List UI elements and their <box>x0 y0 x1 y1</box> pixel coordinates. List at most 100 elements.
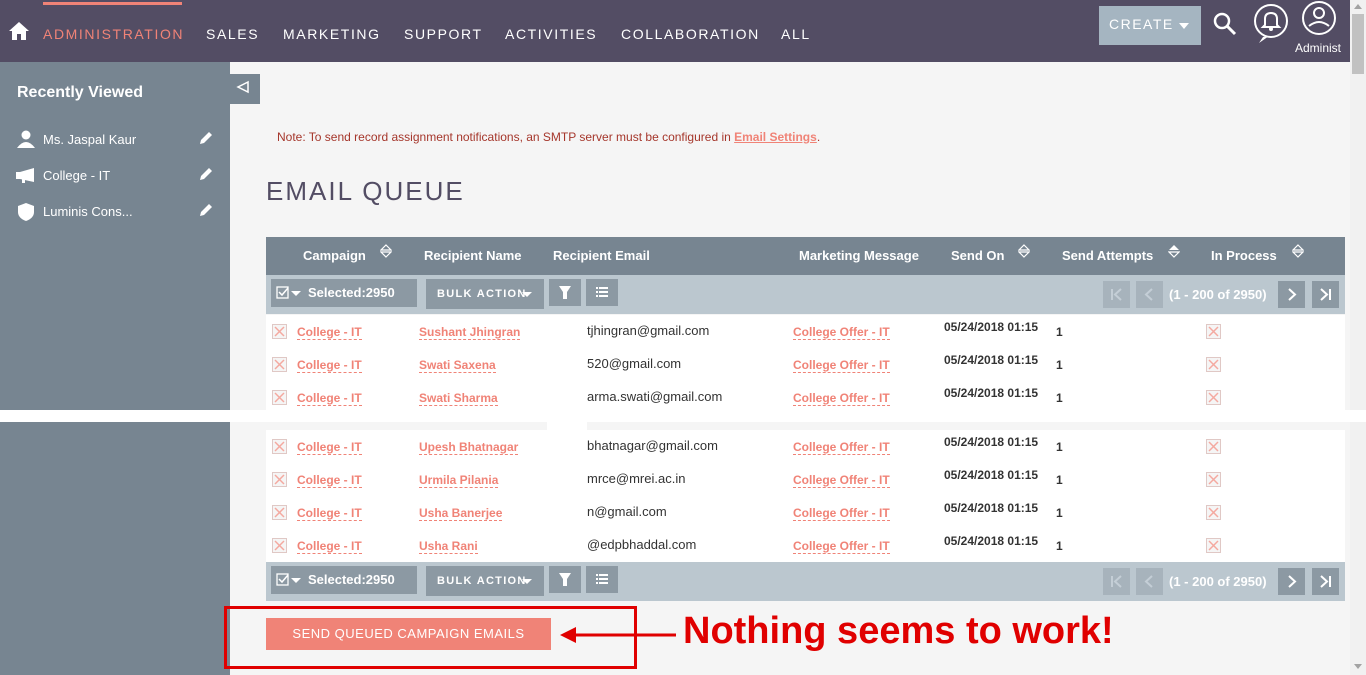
send-attempts: 1 <box>1056 473 1063 487</box>
column-header-recipient-email[interactable]: Recipient Email <box>553 248 650 263</box>
marketing-message-link[interactable]: College Offer - IT <box>793 325 890 340</box>
recipient-link[interactable]: Usha Banerjee <box>419 506 503 521</box>
send-on: 05/24/2018 01:15 <box>944 320 1039 334</box>
column-header-recipient-name[interactable]: Recipient Name <box>424 248 522 263</box>
recent-item-college-it[interactable]: College - IT <box>16 166 216 186</box>
sidebar-collapse-button[interactable] <box>230 74 260 104</box>
marketing-message-link[interactable]: College Offer - IT <box>793 358 890 373</box>
user-avatar-icon[interactable] <box>1301 0 1337 36</box>
campaign-link[interactable]: College - IT <box>297 325 362 340</box>
scrollbar-thumb[interactable] <box>1352 14 1364 74</box>
recipient-link[interactable]: Swati Saxena <box>419 358 496 373</box>
delete-x-icon[interactable] <box>272 357 287 372</box>
sort-icon[interactable] <box>380 244 392 258</box>
sidebar-title: Recently Viewed <box>17 84 143 101</box>
recipient-link[interactable]: Swati Sharma <box>419 391 498 406</box>
column-header-send-on[interactable]: Send On <box>951 248 1004 263</box>
delete-x-icon[interactable] <box>272 390 287 405</box>
sort-icon[interactable] <box>1168 244 1180 258</box>
sort-icon[interactable] <box>1018 244 1030 258</box>
column-header-in-process[interactable]: In Process <box>1211 248 1277 263</box>
recipient-link[interactable]: Urmila Pilania <box>419 473 499 488</box>
column-chooser-button[interactable] <box>586 566 618 593</box>
table-row[interactable]: College - IT Swati Saxena 520@gmail.com … <box>266 348 1345 381</box>
delete-x-icon[interactable] <box>272 324 287 339</box>
user-menu-label[interactable]: Administ <box>1295 41 1341 55</box>
create-button[interactable]: CREATE <box>1099 6 1201 45</box>
recent-item-label: College - IT <box>43 168 111 183</box>
last-page-icon <box>1320 575 1331 588</box>
table-row[interactable]: College - IT Sushant Jhingran tjhingran@… <box>266 315 1345 348</box>
recent-item-luminis[interactable]: Luminis Cons... <box>16 202 216 222</box>
campaign-link[interactable]: College - IT <box>297 506 362 521</box>
nav-item-administration[interactable]: ADMINISTRATION <box>43 26 184 42</box>
marketing-message-link[interactable]: College Offer - IT <box>793 506 890 521</box>
table-row[interactable]: College - IT Urmila Pilania mrce@mrei.ac… <box>266 463 1345 496</box>
delete-x-icon[interactable] <box>272 538 287 553</box>
checkbox-dropdown-icon <box>276 573 301 586</box>
column-header-send-attempts[interactable]: Send Attempts <box>1062 248 1153 263</box>
select-all-dropdown[interactable]: Selected:2950 <box>271 279 417 307</box>
bulk-action-label: BULK ACTION <box>437 288 527 300</box>
delete-x-icon[interactable] <box>272 439 287 454</box>
recipient-email: 520@gmail.com <box>587 356 682 371</box>
nav-item-activities[interactable]: ACTIVITIES <box>505 26 597 42</box>
column-header-marketing-message[interactable]: Marketing Message <box>799 248 919 263</box>
marketing-message-link[interactable]: College Offer - IT <box>793 440 890 455</box>
recipient-link[interactable]: Sushant Jhingran <box>419 325 521 340</box>
recipient-link[interactable]: Upesh Bhatnagar <box>419 440 519 455</box>
last-page-button[interactable] <box>1312 281 1339 308</box>
nav-item-sales[interactable]: SALES <box>206 26 259 42</box>
sidebar-lower <box>0 422 230 675</box>
campaign-link[interactable]: College - IT <box>297 539 362 554</box>
scroll-down-arrow-icon[interactable] <box>1354 664 1362 669</box>
marketing-message-link[interactable]: College Offer - IT <box>793 473 890 488</box>
sort-icon[interactable] <box>1292 244 1304 258</box>
next-page-button[interactable] <box>1278 281 1305 308</box>
marketing-message-link[interactable]: College Offer - IT <box>793 391 890 406</box>
home-icon[interactable] <box>8 20 30 42</box>
email-settings-link[interactable]: Email Settings <box>734 130 817 144</box>
notification-bell-icon[interactable] <box>1253 3 1289 43</box>
bulk-action-button[interactable]: BULK ACTION <box>426 566 544 596</box>
nav-item-collaboration[interactable]: COLLABORATION <box>621 26 760 42</box>
active-tab-indicator <box>43 2 182 5</box>
nav-item-marketing[interactable]: MARKETING <box>283 26 381 42</box>
search-icon[interactable] <box>1213 12 1237 36</box>
table-row[interactable]: College - IT Upesh Bhatnagar bhatnagar@g… <box>266 430 1345 463</box>
column-header-campaign[interactable]: Campaign <box>303 248 366 263</box>
column-chooser-button[interactable] <box>586 279 618 306</box>
first-page-button[interactable] <box>1103 568 1130 595</box>
pencil-icon[interactable] <box>198 202 214 218</box>
nav-item-support[interactable]: SUPPORT <box>404 26 483 42</box>
send-on: 05/24/2018 01:15 <box>944 501 1039 515</box>
delete-x-icon[interactable] <box>272 505 287 520</box>
pagination-count: (1 - 200 of 2950) <box>1169 574 1267 589</box>
last-page-button[interactable] <box>1312 568 1339 595</box>
select-all-dropdown[interactable]: Selected:2950 <box>271 566 417 594</box>
delete-x-icon[interactable] <box>272 472 287 487</box>
nav-item-all[interactable]: ALL <box>781 26 811 42</box>
next-page-button[interactable] <box>1278 568 1305 595</box>
vertical-scrollbar[interactable] <box>1350 0 1366 675</box>
prev-page-button[interactable] <box>1136 568 1163 595</box>
campaign-link[interactable]: College - IT <box>297 358 362 373</box>
pencil-icon[interactable] <box>198 130 214 146</box>
table-row[interactable]: College - IT Usha Banerjee n@gmail.com C… <box>266 496 1345 529</box>
pencil-icon[interactable] <box>198 166 214 182</box>
filter-button[interactable] <box>549 279 581 306</box>
recent-item-jaspal-kaur[interactable]: Ms. Jaspal Kaur <box>16 130 216 150</box>
campaign-link[interactable]: College - IT <box>297 391 362 406</box>
scroll-up-arrow-icon[interactable] <box>1354 4 1362 9</box>
campaign-link[interactable]: College - IT <box>297 440 362 455</box>
table-row[interactable]: College - IT Usha Rani @edpbhaddal.com C… <box>266 529 1345 562</box>
note-suffix: . <box>816 130 821 144</box>
first-page-button[interactable] <box>1103 281 1130 308</box>
campaign-link[interactable]: College - IT <box>297 473 362 488</box>
bulk-action-button[interactable]: BULK ACTION <box>426 279 544 309</box>
filter-button[interactable] <box>549 566 581 593</box>
marketing-message-link[interactable]: College Offer - IT <box>793 539 890 554</box>
recipient-link[interactable]: Usha Rani <box>419 539 478 554</box>
prev-page-button[interactable] <box>1136 281 1163 308</box>
recipient-email: @edpbhaddal.com <box>587 537 697 552</box>
